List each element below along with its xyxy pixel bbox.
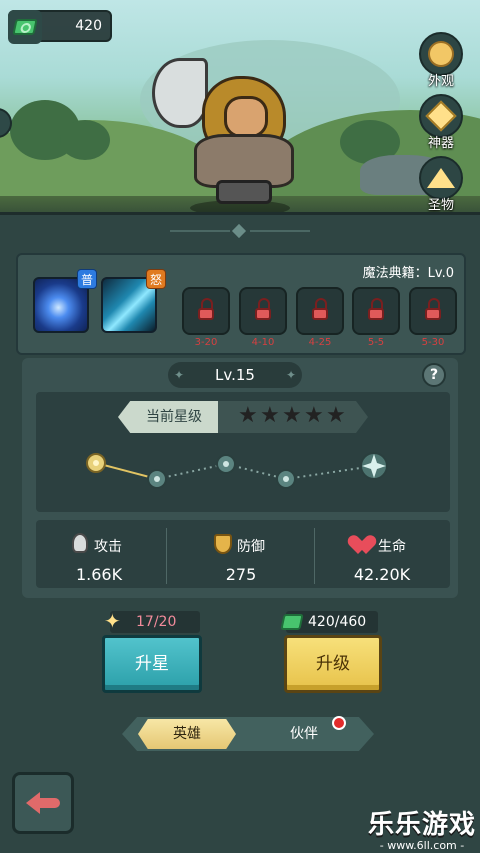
attack-label: 攻击 xyxy=(94,539,122,555)
progress-node-reached xyxy=(86,453,106,473)
watermark-title: 乐乐游戏 xyxy=(367,810,476,840)
watermark: 乐乐游戏 - www.6ll.com - xyxy=(364,804,480,852)
star-shard-icon: ✦ xyxy=(104,609,121,633)
hero-screen: 420 外观 神器 圣物 普 怒 魔法典籍：Lv.0 3-20 4-10 4-2… xyxy=(0,0,480,853)
defense-label: 防御 xyxy=(237,539,265,555)
star-upgrade-cost: ✦ 17/20 xyxy=(104,610,200,633)
back-button[interactable] xyxy=(12,772,74,834)
life-value: 42.20K xyxy=(353,565,411,584)
progress-node xyxy=(276,469,296,489)
attack-icon xyxy=(72,533,88,553)
star-up-button[interactable]: 升星 xyxy=(102,635,202,693)
progress-node xyxy=(216,454,236,474)
life-label: 生命 xyxy=(378,539,406,555)
gem-icon xyxy=(280,614,304,630)
star-cost-value: 17/20 xyxy=(136,614,177,630)
level-up-button[interactable]: 升级 xyxy=(284,635,382,693)
attack-value: 1.66K xyxy=(75,565,123,584)
back-arrow-icon xyxy=(26,792,60,814)
notification-dot xyxy=(332,716,346,730)
defense-value: 275 xyxy=(225,565,257,584)
progress-node xyxy=(147,469,167,489)
level-upgrade-cost: 420/460 xyxy=(280,611,378,633)
watermark-url: - www.6ll.com - xyxy=(379,839,465,852)
divider xyxy=(314,528,315,584)
defense-icon xyxy=(214,534,232,554)
gem-cost-value: 420/460 xyxy=(308,614,367,630)
heart-icon xyxy=(354,536,374,554)
divider xyxy=(166,528,167,584)
tab-hero[interactable]: 英雄 xyxy=(138,719,236,749)
progress-node-major xyxy=(360,452,388,480)
